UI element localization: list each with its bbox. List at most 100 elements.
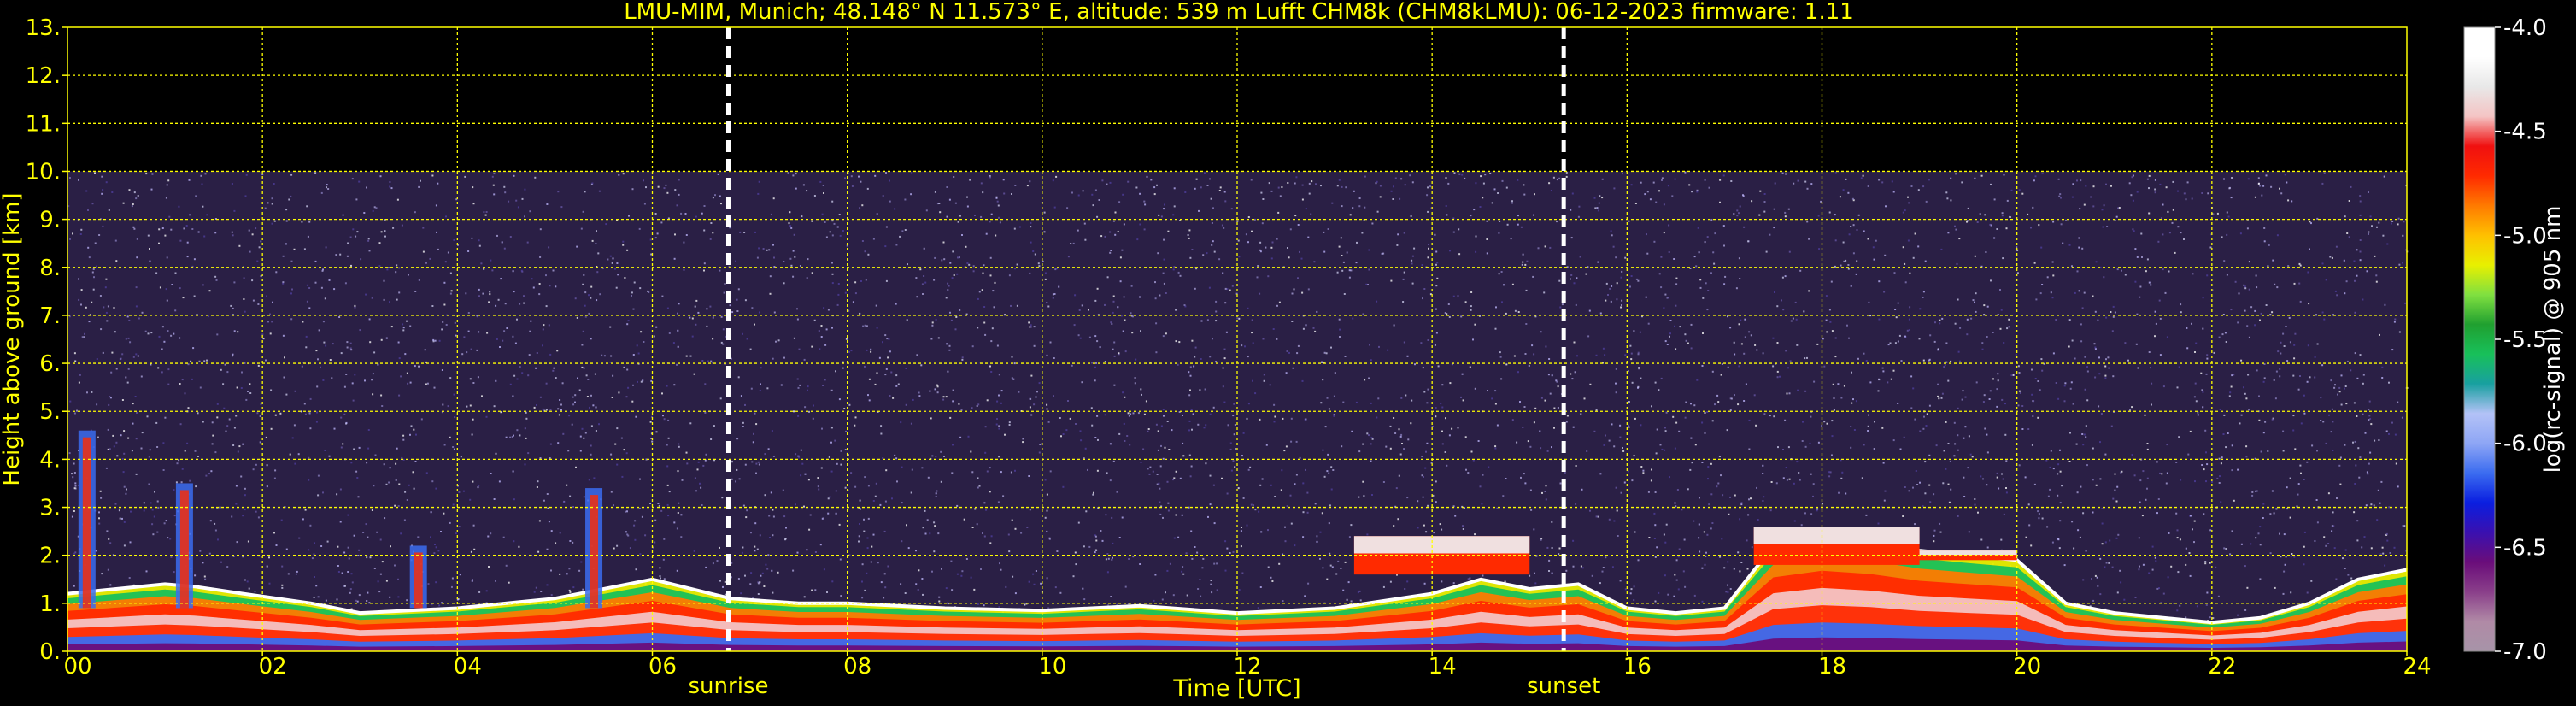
noise-speck bbox=[2211, 480, 2213, 483]
noise-speck bbox=[1241, 527, 1242, 528]
noise-speck bbox=[2120, 471, 2122, 474]
noise-speck bbox=[1362, 313, 1364, 315]
noise-speck bbox=[1613, 445, 1616, 448]
noise-speck bbox=[1338, 179, 1341, 181]
noise-speck bbox=[1252, 379, 1253, 382]
noise-speck bbox=[2271, 311, 2274, 314]
noise-speck bbox=[1147, 428, 1150, 430]
noise-speck bbox=[2112, 315, 2115, 318]
noise-speck bbox=[148, 456, 150, 458]
noise-speck bbox=[1890, 378, 1892, 380]
noise-speck bbox=[1315, 183, 1317, 185]
noise-speck bbox=[2061, 485, 2063, 487]
noise-speck bbox=[689, 422, 692, 425]
noise-speck bbox=[1834, 239, 1837, 242]
noise-speck bbox=[1546, 450, 1549, 452]
noise-speck bbox=[1573, 282, 1576, 285]
noise-speck bbox=[829, 231, 831, 233]
noise-speck bbox=[1191, 557, 1194, 560]
noise-speck bbox=[2092, 205, 2095, 208]
noise-speck bbox=[535, 367, 537, 369]
noise-speck bbox=[384, 230, 386, 232]
noise-speck bbox=[1928, 358, 1931, 361]
noise-speck bbox=[1301, 184, 1304, 186]
noise-speck bbox=[1782, 309, 1785, 311]
noise-speck bbox=[2251, 491, 2254, 493]
noise-speck bbox=[431, 480, 434, 483]
noise-speck bbox=[128, 189, 131, 191]
noise-speck bbox=[895, 457, 898, 460]
noise-speck bbox=[2057, 538, 2059, 540]
noise-speck bbox=[508, 200, 510, 203]
noise-speck bbox=[2162, 592, 2165, 595]
noise-speck bbox=[114, 331, 116, 333]
noise-speck bbox=[1348, 276, 1351, 279]
noise-speck bbox=[145, 570, 148, 573]
noise-speck bbox=[772, 534, 774, 537]
noise-speck bbox=[794, 256, 796, 258]
noise-speck bbox=[1690, 437, 1693, 439]
noise-speck bbox=[538, 283, 541, 285]
noise-speck bbox=[1253, 504, 1254, 507]
noise-speck bbox=[1748, 448, 1751, 450]
noise-speck bbox=[1499, 356, 1502, 358]
noise-speck bbox=[99, 490, 102, 492]
noise-speck bbox=[1734, 494, 1736, 497]
noise-speck bbox=[1144, 203, 1147, 206]
noise-speck bbox=[2191, 197, 2193, 200]
noise-speck bbox=[749, 348, 752, 350]
noise-speck bbox=[1016, 304, 1018, 307]
noise-speck bbox=[1385, 445, 1388, 448]
noise-speck bbox=[1081, 381, 1083, 384]
noise-speck bbox=[216, 416, 219, 419]
noise-speck bbox=[2329, 256, 2332, 258]
noise-speck bbox=[764, 494, 766, 497]
noise-speck bbox=[1624, 354, 1627, 356]
noise-speck bbox=[1671, 195, 1674, 197]
noise-speck bbox=[2176, 529, 2179, 532]
noise-speck bbox=[2234, 280, 2237, 283]
noise-speck bbox=[2162, 203, 2164, 206]
noise-speck bbox=[1088, 309, 1089, 311]
noise-speck bbox=[1040, 582, 1042, 585]
noise-speck bbox=[712, 338, 714, 340]
noise-speck bbox=[275, 544, 278, 546]
noise-speck bbox=[347, 242, 349, 244]
noise-speck bbox=[2197, 411, 2199, 414]
noise-speck bbox=[912, 398, 914, 401]
noise-speck bbox=[737, 376, 740, 379]
noise-speck bbox=[2030, 227, 2032, 229]
noise-speck bbox=[125, 376, 127, 379]
noise-speck bbox=[418, 279, 420, 281]
noise-speck bbox=[1747, 514, 1750, 516]
noise-speck bbox=[737, 288, 740, 291]
noise-speck bbox=[1740, 343, 1743, 345]
noise-speck bbox=[1109, 479, 1112, 482]
noise-speck bbox=[133, 227, 136, 230]
noise-speck bbox=[546, 548, 549, 550]
noise-speck bbox=[1008, 274, 1011, 277]
noise-speck bbox=[1152, 470, 1154, 473]
noise-speck bbox=[493, 405, 496, 408]
noise-speck bbox=[2285, 326, 2287, 327]
noise-speck bbox=[1165, 591, 1166, 594]
noise-speck bbox=[469, 404, 472, 407]
noise-speck bbox=[2359, 250, 2362, 253]
noise-speck bbox=[1557, 385, 1559, 388]
noise-speck bbox=[1640, 377, 1642, 379]
noise-speck bbox=[2397, 401, 2399, 403]
noise-speck bbox=[2380, 480, 2383, 483]
noise-speck bbox=[2154, 335, 2156, 338]
noise-speck bbox=[595, 406, 597, 409]
noise-speck bbox=[710, 222, 713, 224]
noise-speck bbox=[1601, 197, 1604, 199]
noise-speck bbox=[1207, 515, 1209, 518]
noise-speck bbox=[1481, 503, 1483, 505]
noise-speck bbox=[1281, 469, 1283, 472]
noise-speck bbox=[998, 394, 1000, 397]
noise-speck bbox=[1486, 220, 1488, 222]
noise-speck bbox=[202, 421, 204, 423]
noise-speck bbox=[1852, 224, 1855, 227]
noise-speck bbox=[1172, 268, 1175, 271]
noise-speck bbox=[2146, 443, 2149, 444]
